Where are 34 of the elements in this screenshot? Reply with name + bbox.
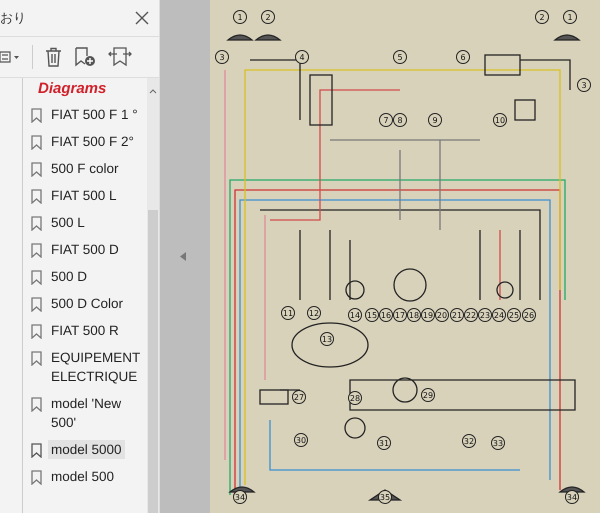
panel-title: おり: [0, 9, 26, 27]
bookmark-item[interactable]: 500 D: [48, 267, 90, 286]
bookmark-item[interactable]: FIAT 500 R: [48, 321, 122, 340]
bookmark-add-icon[interactable]: [74, 47, 96, 67]
bookmark-icon: [31, 216, 42, 231]
bookmark-icon: [31, 470, 42, 485]
bookmark-heading[interactable]: Diagrams: [38, 80, 148, 101]
options-menu-icon[interactable]: [0, 51, 20, 63]
bookmark-item[interactable]: model 'New 500': [48, 394, 144, 432]
bookmark-item[interactable]: 500 F color: [48, 159, 122, 178]
bookmark-item[interactable]: model 500: [48, 467, 118, 486]
bookmark-item[interactable]: 500 D Color: [48, 294, 126, 313]
bookmark-icon: [31, 243, 42, 258]
bookmark-icon: [31, 189, 42, 204]
bookmark-item[interactable]: model 5000: [48, 440, 125, 459]
bookmark-icon: [31, 270, 42, 285]
bookmark-icon: [31, 351, 42, 366]
bookmark-icon: [31, 324, 42, 339]
scroll-up-icon[interactable]: [149, 88, 158, 94]
bookmark-icon: [31, 397, 42, 412]
trash-icon[interactable]: [45, 47, 62, 67]
close-icon[interactable]: [135, 11, 149, 25]
bookmark-icon: [31, 297, 42, 312]
bookmark-expand-icon[interactable]: [108, 47, 132, 67]
bookmark-icon: [31, 108, 42, 123]
bookmark-icon: [31, 135, 42, 150]
bookmark-icon: [31, 162, 42, 177]
bookmark-item[interactable]: FIAT 500 D: [48, 240, 122, 259]
bookmark-item[interactable]: FIAT 500 L: [48, 186, 120, 205]
bookmark-item[interactable]: FIAT 500 F 2°: [48, 132, 137, 151]
bookmark-item[interactable]: EQUIPEMENT ELECTRIQUE: [48, 348, 144, 386]
bookmark-icon: [31, 443, 42, 458]
bookmark-item[interactable]: FIAT 500 F 1 °: [48, 105, 141, 124]
bookmark-item[interactable]: 500 L: [48, 213, 88, 232]
